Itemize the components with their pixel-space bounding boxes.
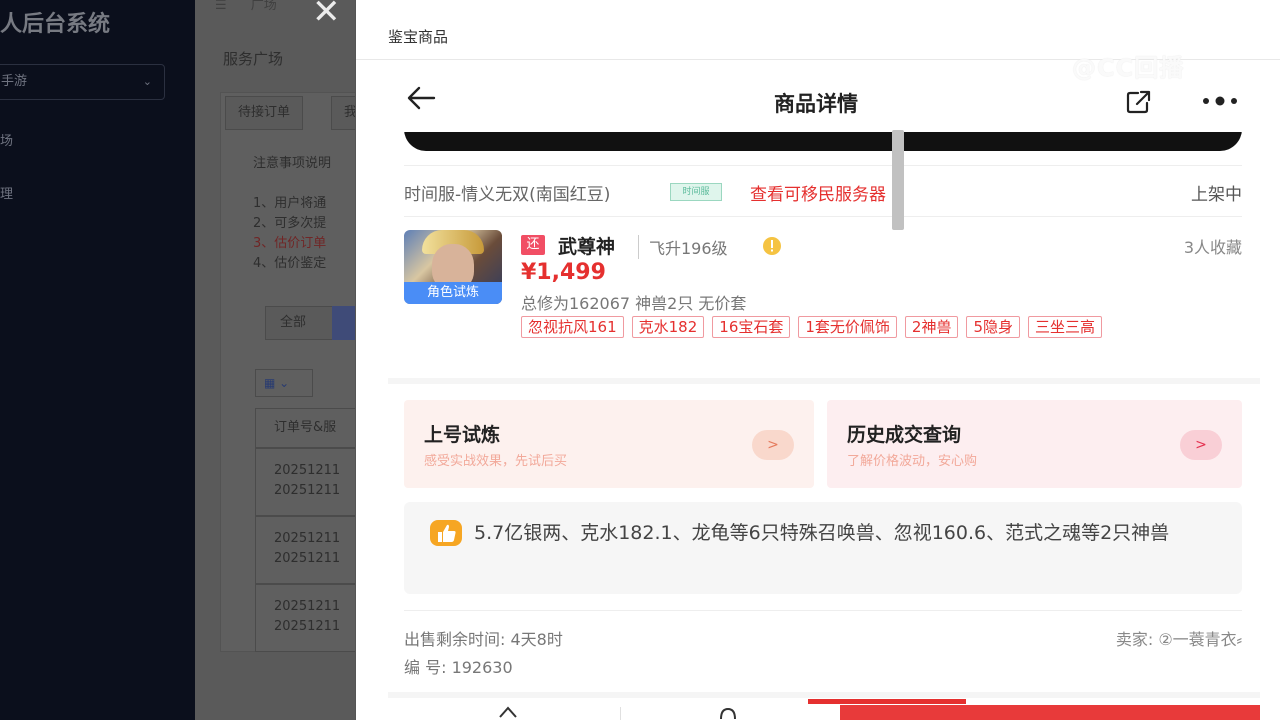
notice-line: 1、用户将通 (253, 196, 327, 211)
menu-fold-icon[interactable]: ☰ (215, 0, 227, 13)
favorite-count: 3人收藏 (1183, 238, 1242, 257)
bottom-action-bar (388, 699, 1260, 720)
more-icon[interactable] (1200, 90, 1240, 112)
card-subtitle: 了解价格波动，安心购 (847, 454, 978, 469)
server-row: 时间服-情义无双(南国红豆) 时间服 查看可移民服务器 > 上架中 (404, 165, 1242, 217)
service-icon[interactable] (718, 705, 738, 719)
card-title: 历史成交查询 (847, 424, 962, 446)
card-subtitle: 感受实战效果，先试后买 (424, 454, 568, 469)
game-select[interactable]: 手游 ⌄ (0, 64, 165, 100)
sidebar-item-square[interactable]: 场 (0, 130, 13, 149)
drawer-title: 鉴宝商品 (388, 28, 449, 46)
divider (404, 610, 1242, 611)
feature-chips: 忽视抗风161 克水182 16宝石套 1套无价佩饰 2神兽 5隐身 三坐三高 (521, 316, 1221, 344)
table-row: 20251211 20251211 (255, 516, 355, 584)
character-avatar[interactable]: 角色试炼 (404, 230, 502, 304)
card-title: 上号试炼 (424, 424, 501, 446)
return-tag: 还 (521, 235, 545, 255)
admin-main: ☰ 广场 服务广场 待接订单 我 注意事项说明 1、用户将通 2、可多次提 3、… (195, 0, 355, 720)
trial-badge: 角色试炼 (404, 282, 502, 304)
table-header-order: 订单号&服 (255, 408, 355, 448)
feature-chip: 5隐身 (966, 316, 1021, 338)
product-detail-view: 商品详情 时间服-情义无双(南国红豆) 时间服 查看可移民服务器 > 上架中 角… (372, 60, 1260, 720)
chevron-down-icon: ⌄ (142, 75, 152, 88)
migrate-server-link[interactable]: 查看可移民服务器 > (750, 180, 906, 205)
feature-chip: 克水182 (631, 316, 705, 338)
watermark: @CC回播 (1072, 54, 1185, 82)
breadcrumb: ☰ 广场 (215, 0, 277, 13)
notice-line: 3、估价订单 (253, 236, 327, 251)
admin-sidebar: 人后台系统 手游 ⌄ 场 理 (0, 0, 195, 720)
feature-chip: 2神兽 (904, 316, 959, 338)
admin-brand: 人后台系统 (0, 12, 111, 37)
chevron-right-icon[interactable]: > (752, 430, 794, 460)
home-icon[interactable] (498, 705, 518, 719)
table-row: 20251211 20251211 (255, 448, 355, 516)
divider (388, 692, 1260, 698)
character-class: 武尊神 (558, 236, 616, 258)
highlight-box: 5.7亿银两、克水182.1、龙龟等6只特殊召唤兽、忽视160.6、范式之魂等2… (404, 502, 1242, 594)
highlight-text: 5.7亿银两、克水182.1、龙龟等6只特殊召唤兽、忽视160.6、范式之魂等2… (474, 522, 1170, 544)
filter-active-button[interactable] (332, 306, 355, 340)
seller-name[interactable]: 卖家: ②一蓑青衣⸗ (1116, 626, 1242, 650)
server-tag: 时间服 (670, 183, 722, 201)
active-indicator (808, 699, 966, 704)
chevron-right-icon[interactable]: > (1180, 430, 1222, 460)
tab-pending-orders[interactable]: 待接订单 (225, 96, 304, 130)
remaining-time: 出售剩余时间: 4天8时 (404, 630, 563, 649)
price: ¥1,499 (521, 260, 606, 285)
sidebar-item-manage[interactable]: 理 (0, 183, 13, 202)
tab-my[interactable]: 我 (331, 96, 355, 130)
game-select-value: 手游 (1, 74, 28, 89)
trial-login-card[interactable]: 上号试炼 感受实战效果，先试后买 > (404, 400, 814, 488)
notice-title: 注意事项说明 (253, 156, 332, 171)
close-icon[interactable]: ✕ (312, 0, 341, 32)
page-title: 服务广场 (223, 50, 284, 68)
product-code: 编 号: 192630 (404, 658, 513, 677)
feature-chip: 16宝石套 (712, 316, 791, 338)
feature-chip: 三坐三高 (1028, 316, 1103, 338)
notice-line: 2、可多次提 (253, 216, 327, 231)
buy-button[interactable] (840, 705, 1260, 720)
product-summary: 角色试炼 还 武尊神 飞升196级 3人收藏 ¥1,499 总修为162067 … (404, 230, 1242, 370)
status-badge: 上架中 (1191, 185, 1242, 205)
server-name: 时间服-情义无双(南国红豆) (404, 185, 611, 205)
divider (388, 378, 1260, 384)
feature-chip: 忽视抗风161 (521, 316, 624, 338)
price-history-card[interactable]: 历史成交查询 了解价格波动，安心购 > (827, 400, 1242, 488)
notice-line: 4、估价鉴定 (253, 256, 327, 271)
feature-chip: 1套无价佩饰 (798, 316, 897, 338)
product-attributes: 总修为162067 神兽2只 无价套 (521, 294, 747, 313)
warning-icon[interactable] (761, 236, 783, 256)
grid-icon[interactable]: ▦ ⌄ (255, 369, 313, 397)
share-icon[interactable] (1124, 88, 1154, 116)
table-row: 20251211 20251211 (255, 584, 355, 652)
character-level: 飞升196级 (638, 235, 728, 259)
scrollbar[interactable] (892, 130, 904, 230)
